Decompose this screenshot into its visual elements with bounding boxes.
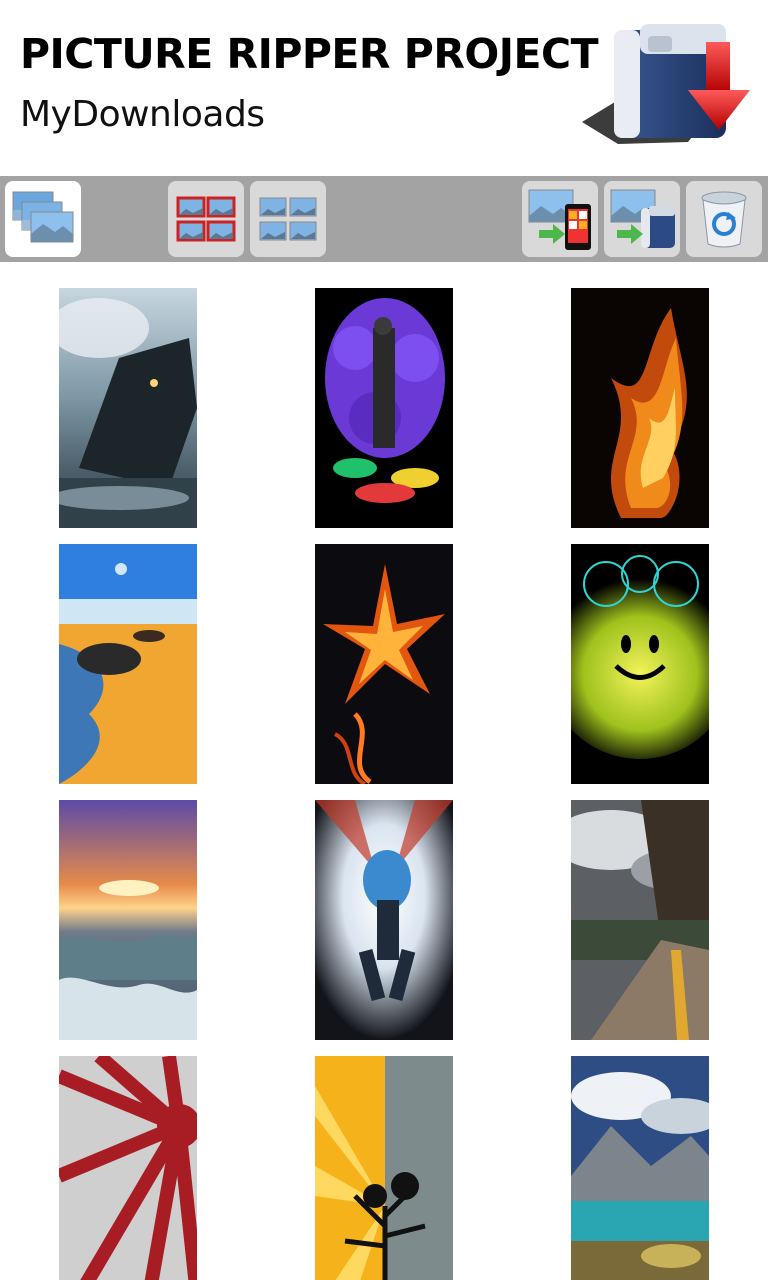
toolbar — [0, 176, 768, 262]
image-thumbnail[interactable] — [315, 544, 453, 784]
save-to-folder-button[interactable] — [604, 181, 680, 257]
image-thumbnail[interactable] — [571, 288, 709, 528]
image-thumbnail[interactable] — [59, 1056, 197, 1280]
select-grid-red-icon — [176, 196, 236, 242]
image-thumbnail[interactable] — [315, 1056, 453, 1280]
save-to-folder-icon — [610, 189, 675, 248]
recycle-bin-icon — [701, 191, 747, 248]
image-thumbnail[interactable] — [59, 800, 197, 1040]
image-stack-icon — [12, 191, 74, 243]
image-thumbnail[interactable] — [571, 1056, 709, 1280]
folder-download-icon — [582, 24, 750, 144]
save-to-phone-button[interactable] — [522, 181, 598, 257]
image-thumbnail[interactable] — [315, 800, 453, 1040]
image-thumbnail[interactable] — [571, 800, 709, 1040]
image-thumbnail[interactable] — [59, 544, 197, 784]
image-thumbnail[interactable] — [571, 544, 709, 784]
grid-view-icon — [259, 197, 317, 241]
image-stack-button[interactable] — [5, 181, 81, 257]
page-title: MyDownloads — [20, 94, 265, 135]
image-thumbnail[interactable] — [59, 288, 197, 528]
image-gallery — [0, 262, 768, 1280]
grid-view-button[interactable] — [250, 181, 326, 257]
recycle-bin-button[interactable] — [686, 181, 762, 257]
image-thumbnail[interactable] — [315, 288, 453, 528]
app-header: PICTURE RIPPER PROJECT MyDownloads — [0, 0, 768, 176]
save-to-phone-icon — [528, 189, 591, 250]
app-title: PICTURE RIPPER PROJECT — [20, 30, 599, 78]
select-grid-button[interactable] — [168, 181, 244, 257]
